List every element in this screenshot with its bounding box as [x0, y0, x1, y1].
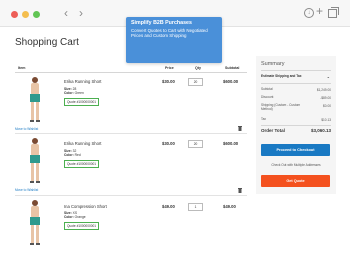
plus-icon[interactable]: +	[316, 5, 323, 17]
item-price: $49.00	[162, 204, 175, 209]
quantity-input[interactable]: 1	[188, 203, 203, 211]
quote-badge[interactable]: Quote #1000000001	[64, 222, 100, 230]
maximize-window-button[interactable]	[33, 11, 40, 18]
option-value: Red	[74, 152, 81, 157]
order-total-value: $3,060.13	[310, 128, 331, 133]
summary-label: Tax	[261, 117, 266, 121]
summary-title: Summary	[261, 61, 285, 67]
move-to-wishlist-link[interactable]: Move to Wishlist	[15, 188, 38, 192]
chevron-right-icon[interactable]: ›	[79, 7, 83, 19]
quantity-input[interactable]: 20	[188, 140, 203, 148]
option-label: Color:	[64, 214, 74, 219]
item-subtotal: $49.00	[223, 204, 236, 209]
item-subtotal: $600.00	[223, 79, 239, 84]
multiple-addresses-link[interactable]: Check Out with Multiple Addresses	[256, 163, 336, 167]
tabs-icon[interactable]	[328, 7, 339, 18]
option-label: Color:	[64, 90, 74, 95]
page-title: Shopping Cart	[15, 37, 79, 48]
item-price: $30.00	[162, 79, 175, 84]
close-window-button[interactable]	[11, 11, 18, 18]
trash-icon[interactable]	[238, 188, 242, 193]
chevron-down-icon: ⌄	[326, 74, 330, 79]
promo-tooltip: Simplify B2B Purchases Convert Quotes to…	[126, 17, 222, 63]
product-options: Size: 28 Color: Green	[64, 87, 84, 96]
quantity-input[interactable]: 20	[188, 78, 203, 86]
proceed-to-checkout-button[interactable]: Proceed to Checkout	[261, 144, 330, 156]
product-name[interactable]: Erika Running Short	[64, 79, 101, 84]
item-subtotal: $600.00	[223, 141, 239, 146]
summary-value: -$89.00	[320, 96, 331, 100]
divider	[15, 195, 247, 196]
summary-label: Subtotal	[261, 87, 273, 91]
option-value: Orange	[74, 214, 86, 219]
order-summary: Summary Estimate Shipping and Tax ⌄ Subt…	[256, 56, 336, 194]
product-image[interactable]	[22, 137, 48, 190]
divider	[261, 125, 331, 126]
summary-value: $1,249.00	[316, 88, 331, 92]
divider	[15, 133, 247, 134]
download-icon[interactable]: ↓	[304, 8, 314, 18]
quote-badge[interactable]: Quote #1000000001	[64, 98, 100, 106]
divider	[261, 83, 331, 84]
quote-badge[interactable]: Quote #1000000001	[64, 160, 100, 168]
summary-value: $0.00	[323, 104, 331, 108]
summary-value: $10.13	[321, 118, 331, 122]
get-quote-button[interactable]: Get Quote	[261, 175, 330, 187]
estimate-shipping-label: Estimate Shipping and Tax	[261, 74, 302, 78]
product-image[interactable]	[22, 76, 48, 129]
product-name[interactable]: Ina Compression Short	[64, 204, 107, 209]
divider	[15, 72, 247, 73]
item-price: $30.00	[162, 141, 175, 146]
product-image[interactable]	[22, 199, 48, 252]
column-header-price: Price	[165, 66, 174, 70]
summary-label: Shipping (Custom - Custom Method)	[261, 103, 301, 111]
divider	[261, 70, 331, 71]
tooltip-title: Simplify B2B Purchases	[131, 20, 192, 26]
column-header-item: Item	[18, 66, 26, 70]
chevron-left-icon[interactable]: ‹	[64, 7, 68, 19]
product-options: Size: XS Color: Orange	[64, 211, 86, 220]
estimate-shipping-toggle[interactable]: Estimate Shipping and Tax ⌄	[261, 73, 331, 80]
move-to-wishlist-link[interactable]: Move to Wishlist	[15, 127, 38, 131]
option-value: Green	[74, 90, 84, 95]
product-options: Size: 32 Color: Red	[64, 149, 81, 158]
column-header-subtotal: Subtotal	[225, 66, 240, 70]
summary-label: Discount	[261, 95, 274, 99]
order-total-label: Order Total	[261, 128, 285, 133]
tooltip-body: Convert Quotes to Cart with Negotiated P…	[131, 28, 208, 39]
trash-icon[interactable]	[238, 126, 242, 131]
product-name[interactable]: Erika Running Short	[64, 141, 101, 146]
minimize-window-button[interactable]	[22, 11, 29, 18]
column-header-qty: Qty	[195, 66, 201, 70]
option-label: Color:	[64, 152, 74, 157]
